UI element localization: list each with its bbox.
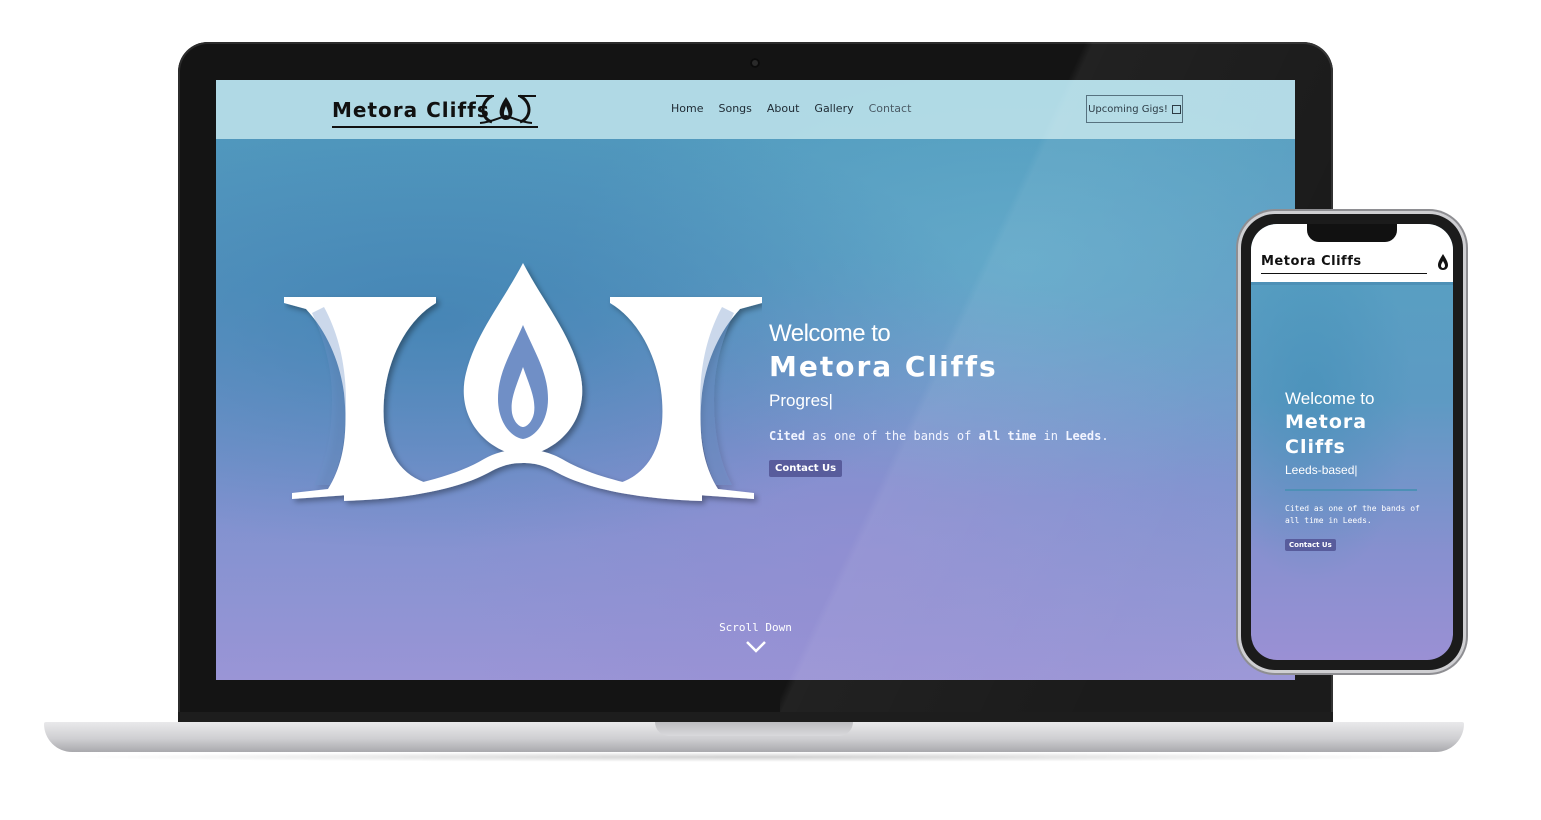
brand-name: Metora Cliffs <box>332 98 490 122</box>
nav-about[interactable]: About <box>767 102 800 115</box>
phone-hero-divider <box>1285 489 1417 491</box>
hero-text: Welcome to Metora Cliffs Progres| Cited … <box>769 320 1109 477</box>
brand-underline <box>332 126 538 128</box>
external-box-icon <box>1171 104 1181 114</box>
phone-frame: Metora Cliffs Welcome to Metora Cliffs L… <box>1241 214 1463 670</box>
phone-hero-cited: Cited as one of the bands of all time in… <box>1285 504 1420 525</box>
hero-emblem-icon <box>284 263 762 501</box>
cited-period: . <box>1101 429 1109 443</box>
phone-hero: Welcome to Metora Cliffs Leeds-based| Ci… <box>1285 389 1435 552</box>
nav-songs[interactable]: Songs <box>718 102 751 115</box>
phone-hero-welcome: Welcome to <box>1285 389 1375 408</box>
phone-brand-underline <box>1261 273 1427 274</box>
nav-contact[interactable]: Contact <box>869 102 912 115</box>
laptop-screen: Metora Cliffs Home Songs About Gallery C… <box>216 80 1295 680</box>
phone-brand-name[interactable]: Metora Cliffs <box>1261 254 1362 269</box>
chevron-down-icon <box>745 641 766 653</box>
brand-logo[interactable]: Metora Cliffs <box>332 92 542 128</box>
upcoming-gigs-label: Upcoming Gigs! <box>1088 103 1168 115</box>
hero-genre-typing: Progres| <box>769 391 833 410</box>
hero-cited-line: Cited as one of the bands of all time in… <box>769 429 1109 443</box>
navbar: Metora Cliffs Home Songs About Gallery C… <box>216 80 1295 139</box>
cited-leeds: Leeds <box>1065 429 1102 443</box>
nav-links: Home Songs About Gallery Contact <box>671 102 911 115</box>
flame-icon[interactable] <box>1437 254 1449 270</box>
phone-hero-genre-typing: Leeds-based| <box>1285 463 1358 477</box>
phone-contact-us-button[interactable]: Contact Us <box>1285 539 1336 551</box>
scroll-down-label: Scroll Down <box>719 621 792 634</box>
hero-band-name: Metora Cliffs <box>769 350 998 383</box>
cited-mid: as one of the bands of <box>805 429 979 443</box>
cited-in: in <box>1036 429 1066 443</box>
contact-us-button[interactable]: Contact Us <box>769 460 843 477</box>
cliffs-flame-emblem-icon <box>476 94 536 124</box>
nav-gallery[interactable]: Gallery <box>814 102 853 115</box>
webcam-icon <box>750 58 760 68</box>
phone-hero-band-line1: Metora <box>1285 411 1368 433</box>
cited-all-time: all time <box>978 429 1037 443</box>
cited-word: Cited <box>769 429 806 443</box>
scroll-down[interactable]: Scroll Down <box>216 621 1295 654</box>
hero-welcome: Welcome to <box>769 320 891 347</box>
phone-screen: Metora Cliffs Welcome to Metora Cliffs L… <box>1251 224 1453 660</box>
phone-hero-band-line2: Cliffs <box>1285 436 1346 458</box>
upcoming-gigs-button[interactable]: Upcoming Gigs! <box>1086 95 1183 123</box>
nav-home[interactable]: Home <box>671 102 703 115</box>
laptop-shadow <box>60 752 1450 762</box>
laptop-notch <box>655 722 853 736</box>
phone-notch <box>1307 224 1397 242</box>
